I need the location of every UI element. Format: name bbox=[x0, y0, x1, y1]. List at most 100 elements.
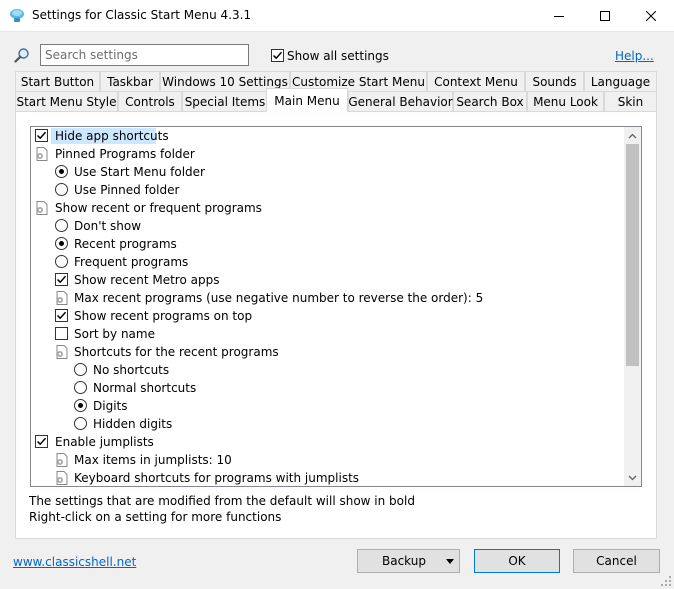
setting-row-recent-programs[interactable]: Recent programs bbox=[31, 235, 624, 253]
resize-grip-icon[interactable] bbox=[660, 575, 672, 587]
tab-sounds[interactable]: Sounds bbox=[525, 71, 584, 91]
classic-shell-icon bbox=[10, 9, 24, 22]
checkmark-icon bbox=[272, 51, 283, 60]
setting-row-enable-jumplists[interactable]: Enable jumplists bbox=[31, 433, 624, 451]
tab-search-box[interactable]: Search Box bbox=[453, 91, 527, 111]
hint-right-click: Right-click on a setting for more functi… bbox=[29, 510, 282, 524]
tab-menu-look[interactable]: Menu Look bbox=[527, 91, 604, 111]
tab-general-behavior[interactable]: General Behavior bbox=[348, 91, 453, 111]
setting-label: Shortcuts for the recent programs bbox=[74, 345, 279, 359]
hidden-digits-radio[interactable] bbox=[74, 417, 87, 430]
frequent-programs-radio[interactable] bbox=[55, 255, 68, 268]
scroll-thumb[interactable] bbox=[626, 144, 639, 366]
setting-label: No shortcuts bbox=[93, 363, 170, 377]
checkmark-icon bbox=[36, 131, 47, 140]
backup-button-label: Backup bbox=[382, 554, 426, 568]
checkmark-icon bbox=[56, 275, 67, 284]
setting-label: Keyboard shortcuts for programs with jum… bbox=[74, 471, 360, 485]
gear-document-icon bbox=[56, 453, 68, 467]
setting-row-show-recent-metro-apps[interactable]: Show recent Metro apps bbox=[31, 271, 624, 289]
tab-context-menu[interactable]: Context Menu bbox=[427, 71, 525, 91]
ok-button[interactable]: OK bbox=[474, 549, 560, 573]
magnifier-icon bbox=[14, 48, 29, 63]
setting-row-show-recent-on-top[interactable]: Show recent programs on top bbox=[31, 307, 624, 325]
setting-group-pinned-programs-folder[interactable]: Pinned Programs folder bbox=[31, 145, 624, 163]
setting-label: Normal shortcuts bbox=[93, 381, 197, 395]
enable-jumplists-checkbox[interactable] bbox=[35, 435, 48, 448]
gear-document-icon bbox=[56, 345, 68, 359]
sort-by-name-checkbox[interactable] bbox=[55, 327, 68, 340]
setting-label: Don't show bbox=[74, 219, 142, 233]
title-bar: Settings for Classic Start Menu 4.3.1 bbox=[0, 0, 674, 32]
chevron-up-icon bbox=[628, 133, 637, 138]
setting-row-use-start-menu-folder[interactable]: Use Start Menu folder bbox=[31, 163, 624, 181]
setting-label: Hide app shortcuts bbox=[55, 129, 169, 143]
tab-controls[interactable]: Controls bbox=[118, 91, 182, 111]
recent-programs-radio[interactable] bbox=[55, 237, 68, 250]
setting-row-keyboard-shortcuts-jumplists[interactable]: Keyboard shortcuts for programs with jum… bbox=[31, 469, 624, 486]
maximize-icon bbox=[600, 10, 610, 21]
setting-row-normal-shortcuts[interactable]: Normal shortcuts bbox=[31, 379, 624, 397]
settings-tree[interactable]: Hide app shortcuts Pinned Programs folde… bbox=[30, 126, 642, 487]
backup-button[interactable]: Backup bbox=[357, 549, 460, 573]
no-shortcuts-radio[interactable] bbox=[74, 363, 87, 376]
setting-label: Pinned Programs folder bbox=[55, 147, 195, 161]
setting-row-use-pinned-folder[interactable]: Use Pinned folder bbox=[31, 181, 624, 199]
hint-modified-bold: The settings that are modified from the … bbox=[29, 494, 415, 508]
show-all-settings-checkbox[interactable] bbox=[271, 49, 284, 62]
setting-row-max-recent-programs[interactable]: Max recent programs (use negative number… bbox=[31, 289, 624, 307]
use-pinned-folder-radio[interactable] bbox=[55, 183, 68, 196]
search-input[interactable] bbox=[40, 44, 249, 66]
close-button[interactable] bbox=[628, 0, 674, 31]
tab-taskbar[interactable]: Taskbar bbox=[100, 71, 160, 91]
setting-group-show-recent-or-frequent[interactable]: Show recent or frequent programs bbox=[31, 199, 624, 217]
setting-row-max-items-jumplists[interactable]: Max items in jumplists: 10 bbox=[31, 451, 624, 469]
gear-document-icon bbox=[56, 471, 68, 485]
setting-row-hidden-digits[interactable]: Hidden digits bbox=[31, 415, 624, 433]
setting-label: Hidden digits bbox=[93, 417, 173, 431]
gear-document-icon bbox=[56, 291, 68, 305]
cancel-button[interactable]: Cancel bbox=[573, 549, 660, 573]
dropdown-arrow-icon bbox=[446, 559, 454, 564]
setting-label: Max recent programs (use negative number… bbox=[74, 291, 484, 305]
setting-label: Use Pinned folder bbox=[74, 183, 180, 197]
tab-start-button[interactable]: Start Button bbox=[15, 71, 100, 91]
setting-row-frequent-programs[interactable]: Frequent programs bbox=[31, 253, 624, 271]
dont-show-radio[interactable] bbox=[55, 219, 68, 232]
tab-skin[interactable]: Skin bbox=[604, 91, 657, 111]
window-title: Settings for Classic Start Menu 4.3.1 bbox=[32, 8, 252, 22]
digits-radio[interactable] bbox=[74, 399, 87, 412]
setting-label: Sort by name bbox=[74, 327, 155, 341]
setting-row-digits[interactable]: Digits bbox=[31, 397, 624, 415]
show-all-settings-label: Show all settings bbox=[287, 49, 389, 63]
show-recent-on-top-checkbox[interactable] bbox=[55, 309, 68, 322]
setting-group-shortcuts-for-recent[interactable]: Shortcuts for the recent programs bbox=[31, 343, 624, 361]
tab-start-menu-style[interactable]: Start Menu Style bbox=[15, 91, 118, 111]
setting-row-hide-app-shortcuts[interactable]: Hide app shortcuts bbox=[31, 127, 624, 145]
setting-label: Show recent programs on top bbox=[74, 309, 253, 323]
setting-label: Max items in jumplists: 10 bbox=[74, 453, 232, 467]
tab-language[interactable]: Language bbox=[584, 71, 657, 91]
setting-label: Show recent Metro apps bbox=[74, 273, 220, 287]
show-recent-metro-apps-checkbox[interactable] bbox=[55, 273, 68, 286]
hide-app-shortcuts-checkbox[interactable] bbox=[35, 129, 48, 142]
maximize-button[interactable] bbox=[582, 0, 628, 31]
setting-row-dont-show[interactable]: Don't show bbox=[31, 217, 624, 235]
tab-main-menu[interactable]: Main Menu bbox=[266, 88, 348, 112]
scroll-up-button[interactable] bbox=[624, 127, 641, 144]
scroll-down-button[interactable] bbox=[624, 469, 641, 486]
minimize-button[interactable] bbox=[536, 0, 582, 31]
website-link[interactable]: www.classicshell.net bbox=[13, 555, 136, 569]
setting-row-sort-by-name[interactable]: Sort by name bbox=[31, 325, 624, 343]
help-link[interactable]: Help... bbox=[615, 49, 654, 63]
setting-label: Frequent programs bbox=[74, 255, 189, 269]
chevron-down-icon bbox=[628, 475, 637, 480]
tab-special-items[interactable]: Special Items bbox=[182, 91, 268, 111]
use-start-menu-folder-radio[interactable] bbox=[55, 165, 68, 178]
setting-label: Use Start Menu folder bbox=[74, 165, 205, 179]
vertical-scrollbar[interactable] bbox=[624, 127, 641, 486]
gear-document-icon bbox=[36, 201, 48, 215]
setting-label: Enable jumplists bbox=[55, 435, 154, 449]
normal-shortcuts-radio[interactable] bbox=[74, 381, 87, 394]
setting-row-no-shortcuts[interactable]: No shortcuts bbox=[31, 361, 624, 379]
